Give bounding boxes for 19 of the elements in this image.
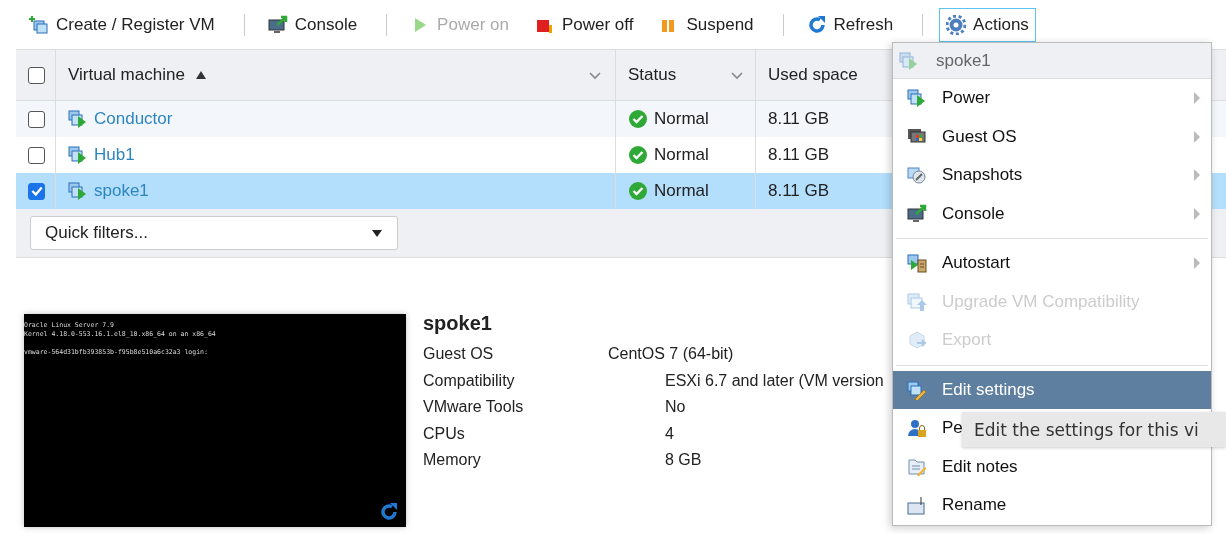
menu-title: spoke1 xyxy=(936,50,991,71)
status-text: Normal xyxy=(654,109,709,129)
used-space-text: 8.11 GB xyxy=(768,109,830,129)
field-label: CPUs xyxy=(423,424,466,443)
field-label: Compatibility xyxy=(423,371,516,390)
field-value: No xyxy=(665,398,686,417)
field-label: Guest OS xyxy=(423,345,495,364)
field-label: VMware Tools xyxy=(423,398,525,417)
status-text: Normal xyxy=(654,181,709,201)
tooltip: Edit the settings for this vi xyxy=(962,412,1226,447)
field-value: ESXi 6.7 and later (VM version xyxy=(665,371,884,390)
field-label: Memory xyxy=(423,451,482,470)
field-value: CentOS 7 (64-bit) xyxy=(608,345,734,364)
status-text: Normal xyxy=(654,145,709,165)
used-space-text: 8.11 GB xyxy=(768,181,830,201)
field-value: 4 xyxy=(665,424,674,443)
field-value: 8 GB xyxy=(665,451,702,470)
used-space-text: 8.11 GB xyxy=(768,145,830,165)
vm-title: spoke1 xyxy=(423,312,493,335)
